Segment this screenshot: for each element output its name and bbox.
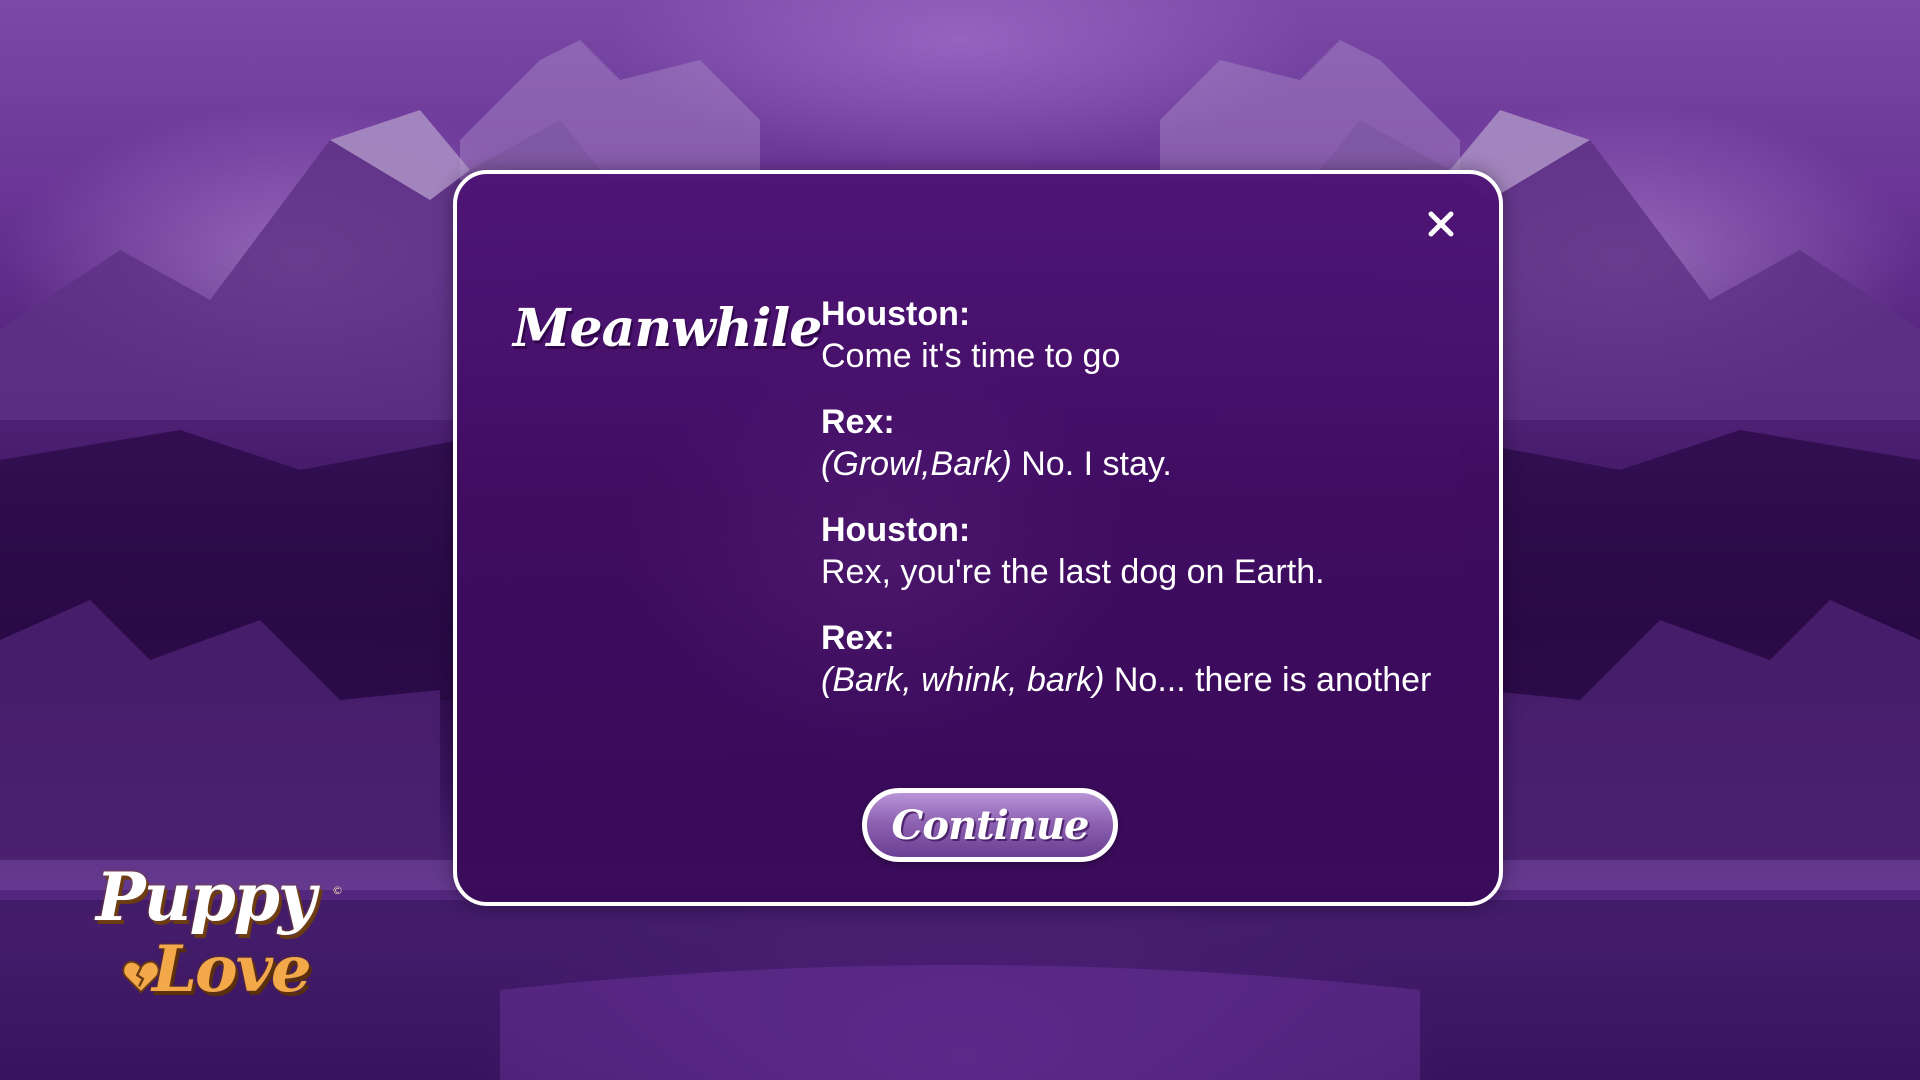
- dialog-panel: Meanwhile Houston: Come it's time to go …: [453, 170, 1503, 906]
- speech-text: (Growl,Bark) No. I stay.: [821, 442, 1481, 486]
- speech-text: (Bark, whink, bark) No... there is anoth…: [821, 658, 1481, 702]
- speaker-name: Rex:: [821, 619, 895, 657]
- speech-words: Rex, you're the last dog on Earth.: [821, 553, 1325, 591]
- scene-heading: Meanwhile: [513, 298, 822, 359]
- logo-copyright: ©: [332, 884, 343, 897]
- speech-words: Come it's time to go: [821, 337, 1121, 375]
- continue-button[interactable]: Continue: [862, 788, 1118, 862]
- speech-words: No. I stay.: [1011, 445, 1172, 483]
- speech-words: No... there is another: [1104, 661, 1432, 699]
- game-screen: Meanwhile Houston: Come it's time to go …: [0, 0, 1920, 1080]
- dialogue-line: Houston: Come it's time to go: [821, 294, 1481, 378]
- speech-text: Rex, you're the last dog on Earth.: [821, 550, 1481, 594]
- continue-button-label: Continue: [891, 801, 1090, 849]
- dialogue-line: Rex: (Bark, whink, bark) No... there is …: [821, 618, 1481, 702]
- close-icon: [1428, 211, 1454, 237]
- speaker-name: Houston:: [821, 511, 971, 549]
- dialogue-line: Houston: Rex, you're the last dog on Ear…: [821, 510, 1481, 594]
- speech-action: (Bark, whink, bark): [821, 661, 1105, 699]
- speaker-name: Rex:: [821, 403, 895, 441]
- logo-text-puppy: Puppy: [96, 858, 316, 936]
- speech-text: Come it's time to go: [821, 334, 1481, 378]
- dialogue-script: Houston: Come it's time to go Rex: (Grow…: [821, 294, 1481, 726]
- dialogue-line: Rex: (Growl,Bark) No. I stay.: [821, 402, 1481, 486]
- speaker-name: Houston:: [821, 295, 971, 333]
- game-logo: Puppy © Love: [92, 858, 352, 1038]
- close-button[interactable]: [1421, 204, 1461, 244]
- speech-action: (Growl,Bark): [821, 445, 1012, 483]
- logo-text-love: Love: [152, 932, 312, 1007]
